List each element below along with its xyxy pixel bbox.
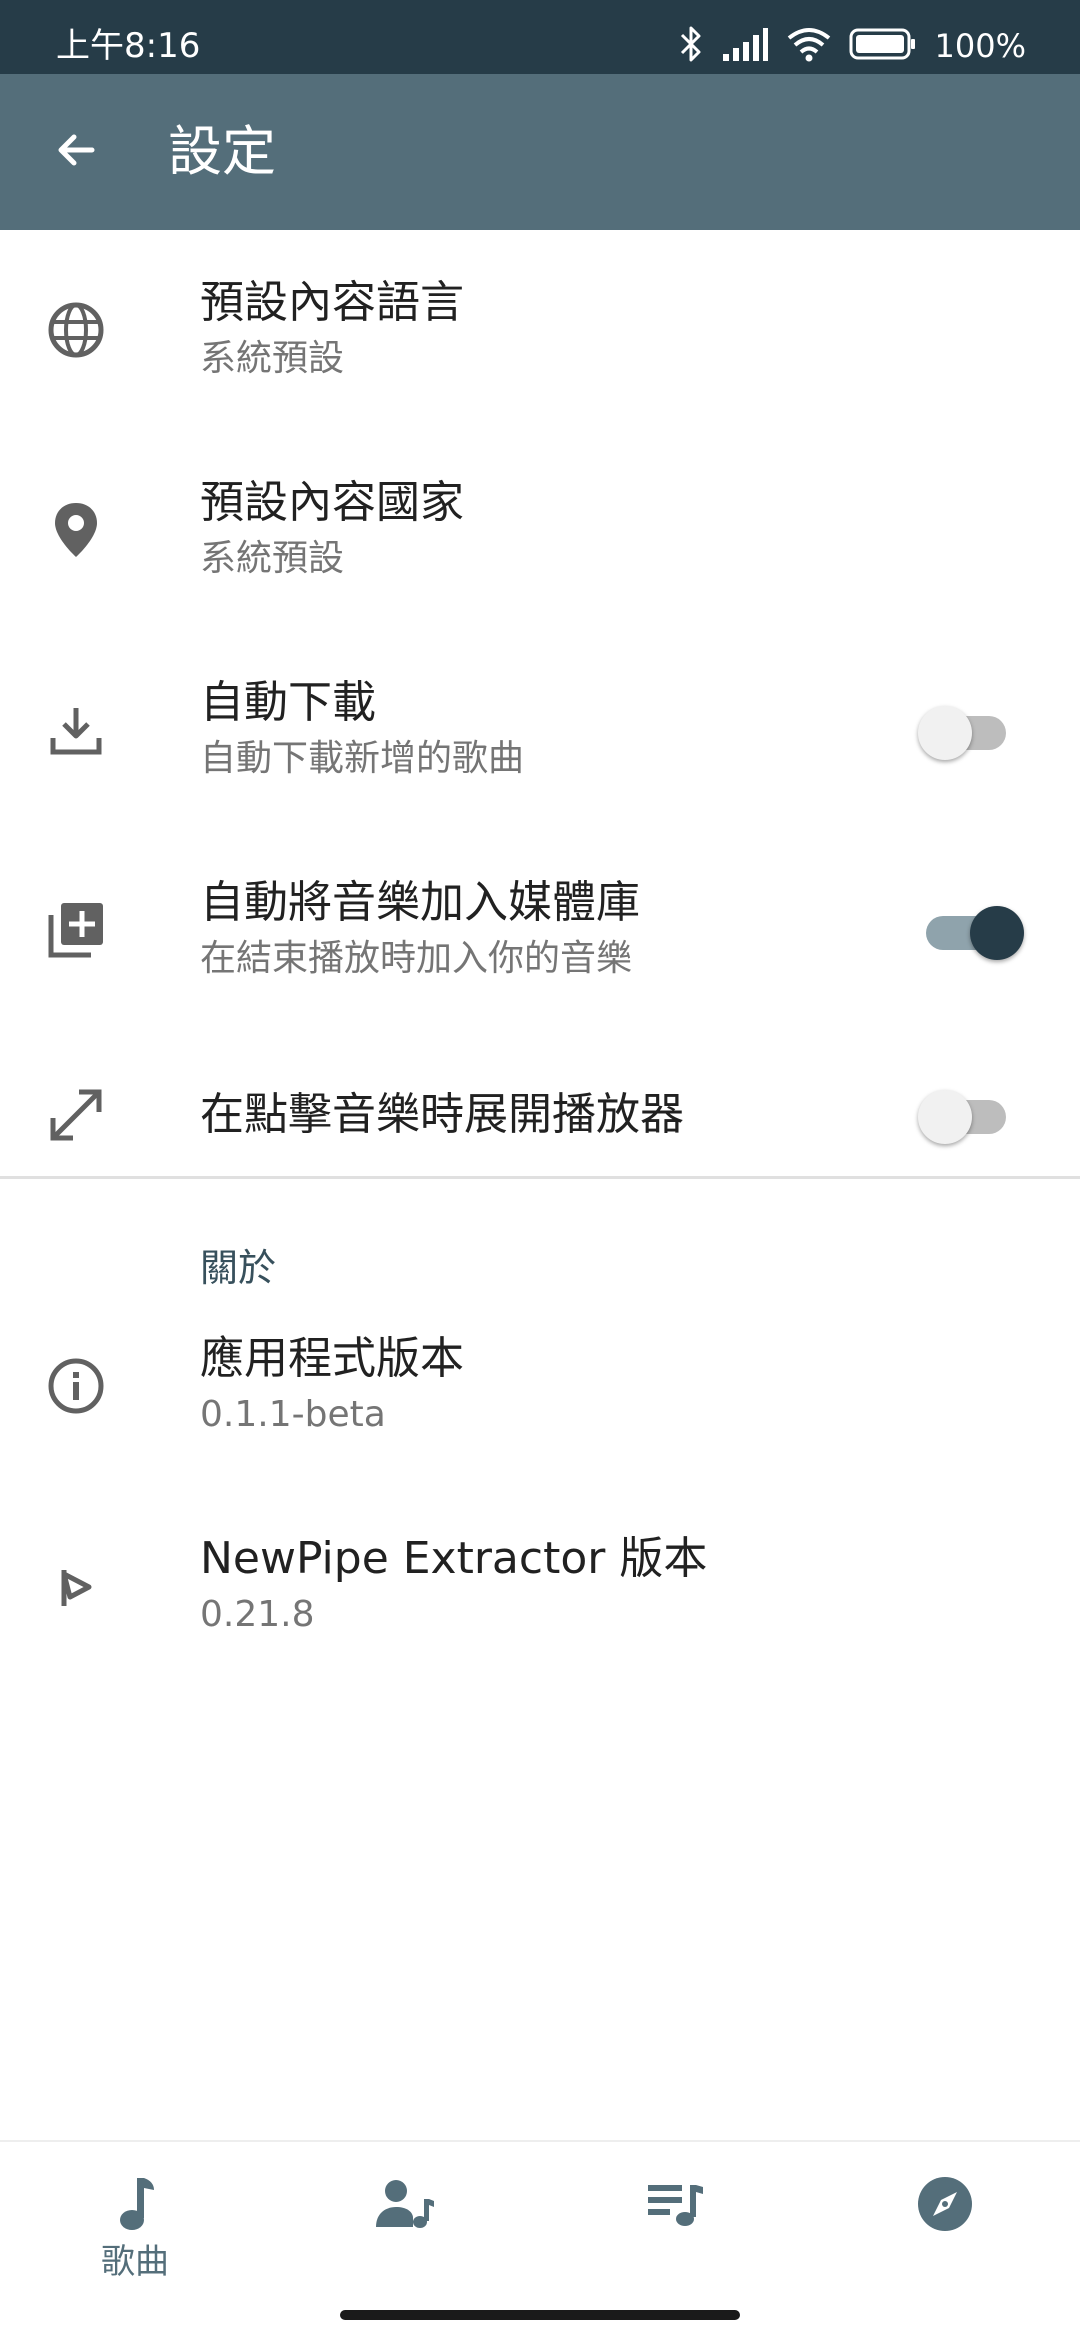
nav-explore[interactable] bbox=[810, 2142, 1080, 2312]
about-extractor-version[interactable]: NewPipe Extractor 版本 0.21.8 bbox=[0, 1516, 1080, 1696]
toggle-thumb bbox=[918, 1090, 972, 1144]
setting-title: 預設內容語言 bbox=[200, 277, 464, 328]
section-divider bbox=[0, 1176, 1080, 1179]
info-icon bbox=[44, 1354, 108, 1418]
wifi-icon bbox=[787, 26, 831, 66]
artist-icon bbox=[373, 2172, 437, 2236]
back-button[interactable] bbox=[44, 120, 108, 184]
playlist-icon bbox=[643, 2172, 707, 2236]
auto-download-toggle[interactable] bbox=[918, 700, 1008, 760]
library-add-icon bbox=[44, 898, 108, 962]
nav-artists[interactable] bbox=[270, 2142, 540, 2312]
about-title: 應用程式版本 bbox=[200, 1333, 464, 1384]
newpipe-icon bbox=[44, 1554, 108, 1618]
setting-expand-player[interactable]: 在點擊音樂時展開播放器 bbox=[0, 1060, 1080, 1170]
about-value: 0.21.8 bbox=[200, 1594, 315, 1635]
app-bar: 設定 bbox=[0, 74, 1080, 230]
battery-percent: 100% bbox=[934, 27, 1026, 65]
about-title: NewPipe Extractor 版本 bbox=[200, 1533, 708, 1584]
setting-title: 在點擊音樂時展開播放器 bbox=[200, 1089, 684, 1140]
battery-icon bbox=[849, 27, 917, 65]
explore-icon bbox=[913, 2172, 977, 2236]
section-header-about: 關於 bbox=[200, 1246, 277, 1290]
toggle-thumb bbox=[918, 706, 972, 760]
expand-icon bbox=[44, 1083, 108, 1147]
setting-subtitle: 系統預設 bbox=[200, 338, 345, 379]
setting-subtitle: 系統預設 bbox=[200, 538, 345, 579]
setting-content-language[interactable]: 預設內容語言 系統預設 bbox=[0, 260, 1080, 440]
status-bar: 上午8:16 100% bbox=[0, 0, 1080, 74]
nav-label: 歌曲 bbox=[101, 2242, 169, 2282]
about-app-version[interactable]: 應用程式版本 0.1.1-beta bbox=[0, 1316, 1080, 1496]
nav-playlists[interactable] bbox=[540, 2142, 810, 2312]
bluetooth-icon bbox=[679, 24, 703, 68]
setting-title: 自動將音樂加入媒體庫 bbox=[200, 877, 640, 928]
music-note-icon bbox=[103, 2172, 167, 2236]
arrow-back-icon bbox=[52, 126, 100, 178]
setting-auto-add-library[interactable]: 自動將音樂加入媒體庫 在結束播放時加入你的音樂 bbox=[0, 860, 1080, 1040]
auto-add-library-toggle[interactable] bbox=[918, 900, 1024, 960]
status-icons: 100% bbox=[679, 24, 1026, 68]
location-pin-icon bbox=[44, 498, 108, 562]
page-title: 設定 bbox=[168, 120, 276, 183]
status-time: 上午8:16 bbox=[56, 26, 201, 66]
setting-content-country[interactable]: 預設內容國家 系統預設 bbox=[0, 460, 1080, 640]
download-icon bbox=[44, 698, 108, 762]
setting-auto-download[interactable]: 自動下載 自動下載新增的歌曲 bbox=[0, 660, 1080, 840]
toggle-thumb bbox=[970, 906, 1024, 960]
expand-player-toggle[interactable] bbox=[918, 1084, 1008, 1144]
setting-subtitle: 自動下載新增的歌曲 bbox=[200, 738, 525, 779]
setting-title: 預設內容國家 bbox=[200, 477, 464, 528]
gesture-bar[interactable] bbox=[340, 2310, 740, 2320]
setting-subtitle: 在結束播放時加入你的音樂 bbox=[200, 938, 633, 979]
setting-title: 自動下載 bbox=[200, 677, 376, 728]
nav-songs[interactable]: 歌曲 bbox=[0, 2142, 270, 2312]
about-value: 0.1.1-beta bbox=[200, 1394, 386, 1435]
globe-icon bbox=[44, 298, 108, 362]
signal-icon bbox=[721, 26, 769, 66]
